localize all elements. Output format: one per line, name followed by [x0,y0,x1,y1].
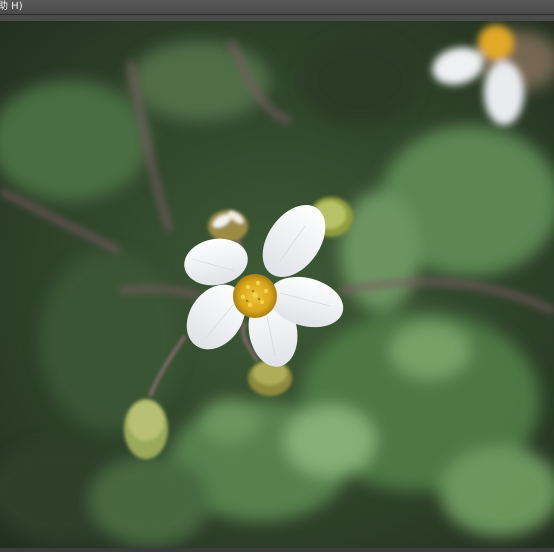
menu-bar: 助 H) [0,0,554,15]
app-window: 助 H) [0,0,554,552]
status-strip [0,548,554,552]
flower-photo [0,21,554,548]
image-canvas[interactable] [0,21,554,548]
menu-help[interactable]: 助 H) [0,0,25,14]
